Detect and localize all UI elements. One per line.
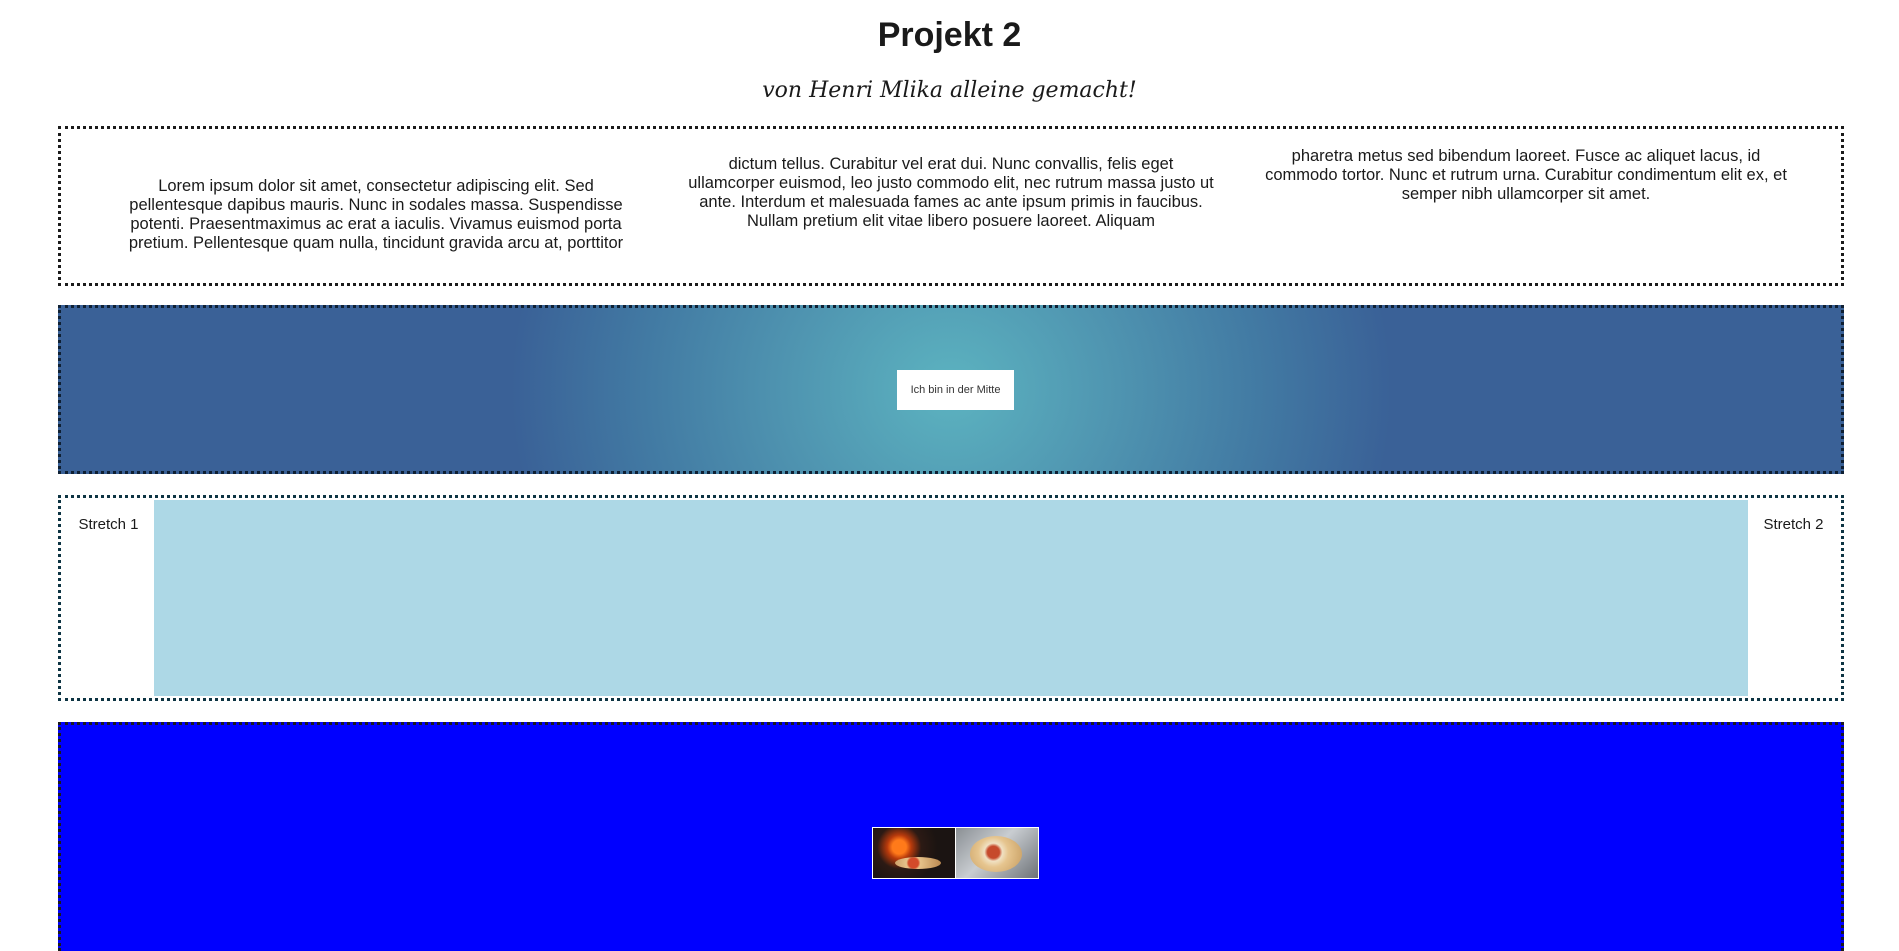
stretch-item-1: Stretch 1 bbox=[63, 500, 154, 696]
gradient-section: Ich bin in der Mitte bbox=[58, 305, 1844, 474]
page-subtitle: von Henri Mlika alleine gemacht! bbox=[762, 78, 1137, 103]
center-box: Ich bin in der Mitte bbox=[897, 370, 1014, 410]
stretch-middle-area bbox=[154, 500, 1748, 696]
text-column-2: dictum tellus. Curabitur vel erat dui. N… bbox=[688, 154, 1214, 230]
text-column-1: Lorem ipsum dolor sit amet, consectetur … bbox=[128, 177, 624, 252]
image-row bbox=[872, 827, 1039, 879]
image-section bbox=[58, 722, 1844, 951]
page: Projekt 2 von Henri Mlika alleine gemach… bbox=[0, 0, 1899, 951]
text-column-3: pharetra metus sed bibendum laoreet. Fus… bbox=[1265, 146, 1787, 203]
pizza-oven-image bbox=[873, 828, 955, 878]
pizza-plate-image bbox=[955, 828, 1038, 878]
stretch-section: Stretch 1 Stretch 2 bbox=[58, 495, 1844, 701]
stretch-item-2: Stretch 2 bbox=[1748, 500, 1839, 696]
columns-section: Lorem ipsum dolor sit amet, consectetur … bbox=[58, 126, 1844, 286]
page-title: Projekt 2 bbox=[877, 16, 1022, 54]
